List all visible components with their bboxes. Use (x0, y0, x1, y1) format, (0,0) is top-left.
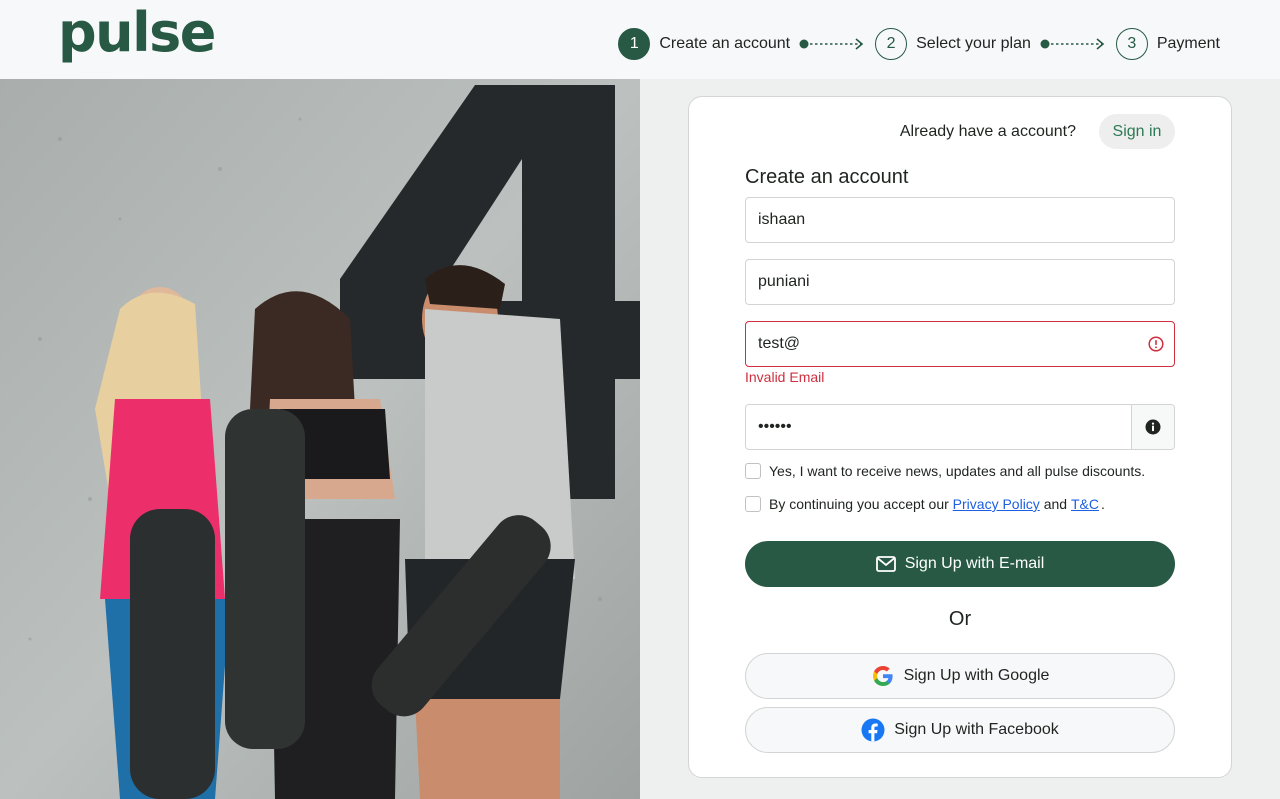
terms-and: and (1039, 496, 1071, 512)
email-error-message: Invalid Email (745, 369, 825, 385)
pulse-logo[interactable]: pulse (58, 6, 216, 60)
step-1-label: Create an account (659, 35, 791, 52)
google-icon (872, 666, 893, 686)
form-title: Create an account (745, 166, 909, 188)
step-arrow-icon (799, 38, 864, 50)
step-arrow-icon (1040, 38, 1105, 50)
terms-row: By continuing you accept our Privacy Pol… (745, 496, 1105, 512)
already-have-account-text: Already have a account? (899, 123, 1076, 140)
signup-stepper: 1 Create an account 2 Select your plan 3… (618, 28, 1220, 60)
signup-google-label: Sign Up with Google (903, 667, 1050, 684)
info-circle-icon (1145, 419, 1161, 435)
terms-conditions-link[interactable]: T&C (1071, 496, 1099, 512)
email-input[interactable] (746, 322, 1174, 366)
last-name-input[interactable] (746, 260, 1174, 304)
step-select-plan: 2 Select your plan (875, 28, 1031, 60)
news-consent-checkbox[interactable] (745, 463, 761, 479)
news-consent-label: Yes, I want to receive news, updates and… (769, 463, 1146, 479)
privacy-policy-link[interactable]: Privacy Policy (953, 496, 1040, 512)
step-payment: 3 Payment (1115, 28, 1220, 60)
step-3-number: 3 (1115, 28, 1148, 60)
or-divider-text: Or (948, 608, 972, 630)
step-3-label: Payment (1156, 35, 1220, 52)
signup-google-button[interactable]: Sign Up with Google (745, 653, 1175, 699)
password-field[interactable] (745, 404, 1175, 450)
first-name-field[interactable] (745, 197, 1175, 243)
signup-card: Already have a account? Sign in Create a… (688, 96, 1232, 778)
news-consent-row: Yes, I want to receive news, updates and… (745, 463, 1145, 479)
last-name-field[interactable] (745, 259, 1175, 305)
envelope-icon (875, 556, 896, 572)
step-1-number: 1 (618, 28, 651, 60)
step-create-account: 1 Create an account (618, 28, 790, 60)
terms-suffix: . (1100, 496, 1105, 512)
password-info-button[interactable] (1131, 405, 1174, 449)
first-name-input[interactable] (746, 198, 1174, 242)
step-2-label: Select your plan (916, 35, 1031, 52)
signup-facebook-button[interactable]: Sign Up with Facebook (745, 707, 1175, 753)
sign-in-button[interactable]: Sign in (1099, 114, 1175, 149)
signup-email-button[interactable]: Sign Up with E-mail (745, 541, 1175, 587)
top-header: pulse 1 Create an account 2 Select your … (0, 0, 1280, 79)
step-2-number: 2 (875, 28, 908, 60)
facebook-icon (861, 718, 885, 742)
terms-prefix: By continuing you accept our (769, 496, 953, 512)
email-field[interactable] (745, 321, 1175, 367)
signup-facebook-label: Sign Up with Facebook (894, 721, 1059, 738)
password-input[interactable] (746, 405, 1174, 449)
terms-checkbox[interactable] (745, 496, 761, 512)
hero-fitness-photo (0, 79, 640, 799)
signup-email-label: Sign Up with E-mail (904, 555, 1045, 572)
exclamation-circle-icon (1148, 336, 1164, 352)
